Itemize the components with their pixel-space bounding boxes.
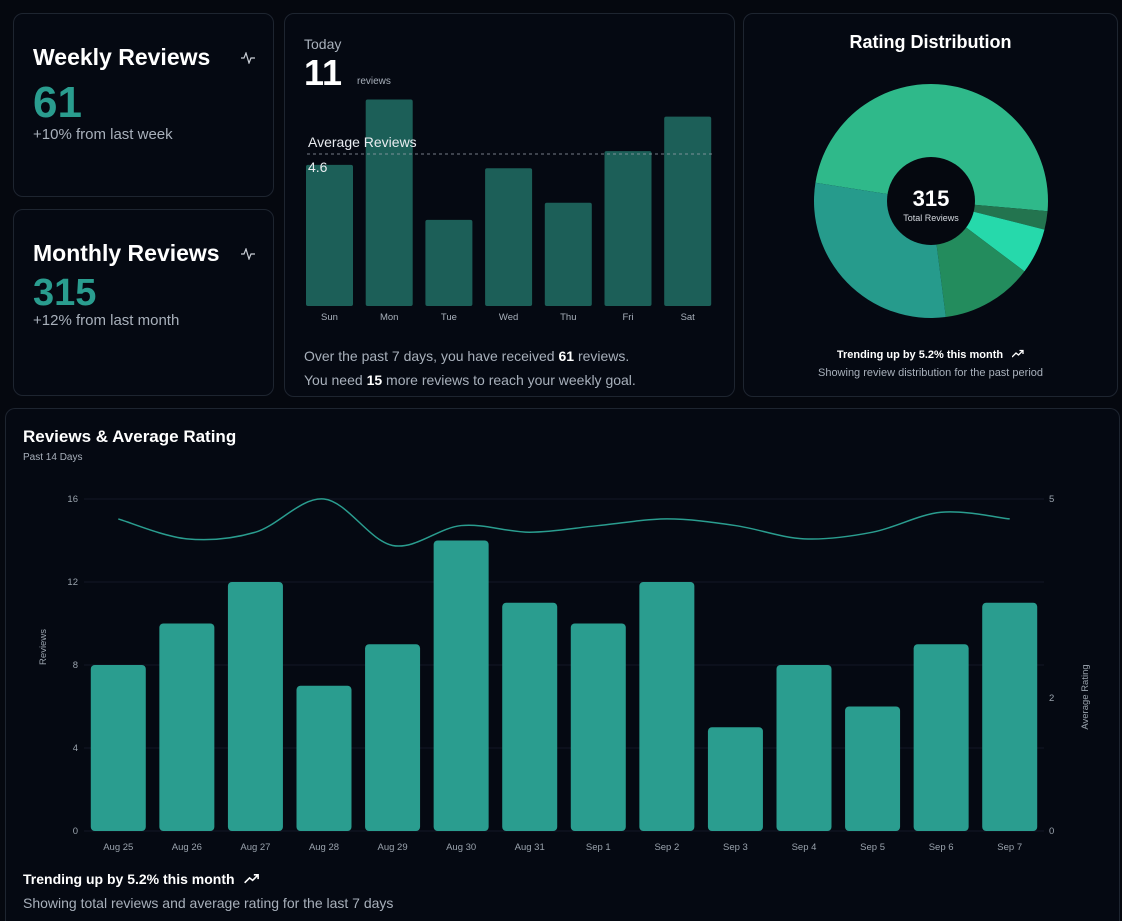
review-bar xyxy=(570,623,626,831)
right-axis-tick: 0 xyxy=(1049,826,1054,837)
monthly-reviews-title: Monthly Reviews xyxy=(33,240,220,266)
activity-icon xyxy=(241,52,255,64)
today-bar xyxy=(425,219,473,306)
review-bar xyxy=(502,602,558,831)
x-axis-tick: Aug 29 xyxy=(378,842,408,853)
x-axis-tick: Sep 7 xyxy=(997,842,1022,853)
review-bar xyxy=(913,644,969,831)
trending-up-icon xyxy=(1011,349,1024,358)
pie-total-value: 315 xyxy=(912,186,950,211)
x-axis-tick: Sep 6 xyxy=(929,842,954,853)
x-axis-tick: Aug 27 xyxy=(240,842,270,853)
today-day-label: Thu xyxy=(560,312,576,323)
today-average-label: Average Reviews xyxy=(308,134,417,150)
today-bar xyxy=(604,151,652,306)
review-bar xyxy=(776,665,832,831)
today-bar xyxy=(664,116,712,307)
left-axis-tick: 0 xyxy=(73,826,78,837)
right-axis-label: Average Rating xyxy=(1080,664,1091,729)
review-bar xyxy=(982,602,1038,831)
today-bar-chart: Sun Mon Tue Wed Thu Fri Sat xyxy=(306,99,715,323)
today-day-label: Fri xyxy=(622,312,633,323)
weekly-reviews-card: Weekly Reviews 61 +10% from last week xyxy=(13,13,274,197)
today-bar xyxy=(544,202,592,306)
review-bar xyxy=(90,665,146,831)
today-day-label: Sun xyxy=(321,312,338,323)
left-axis-tick: 16 xyxy=(67,494,78,505)
trending-up-icon xyxy=(244,874,260,884)
x-axis-tick: Aug 26 xyxy=(172,842,202,853)
today-bar xyxy=(306,164,353,306)
monthly-reviews-value: 315 xyxy=(33,272,97,314)
today-bar xyxy=(485,168,533,306)
activity-icon xyxy=(241,248,255,260)
rating-distribution-card: Rating Distribution 315 Total Reviews Tr… xyxy=(743,13,1118,397)
main-chart-caption: Showing total reviews and average rating… xyxy=(23,895,394,911)
weekly-reviews-title: Weekly Reviews xyxy=(33,44,211,70)
today-day-label: Mon xyxy=(380,312,398,323)
review-bar xyxy=(227,582,283,831)
pie-total-label: Total Reviews xyxy=(903,213,959,223)
weekly-reviews-value: 61 xyxy=(33,78,82,127)
today-average-value: 4.6 xyxy=(308,159,328,175)
rating-pie-chart xyxy=(814,83,1048,318)
today-bar xyxy=(365,99,413,306)
today-day-label: Tue xyxy=(441,312,457,323)
right-axis-tick: 5 xyxy=(1049,494,1054,505)
right-axis-tick: 2 xyxy=(1049,693,1054,704)
review-bar xyxy=(433,540,489,831)
reviews-combo-chart: 0 4 8 12 16 0 2 5 Reviews Average Rating Aug 25 Aug… xyxy=(38,494,1091,853)
distribution-trend: Trending up by 5.2% this month xyxy=(744,349,1117,361)
x-axis-tick: Sep 5 xyxy=(860,842,885,853)
today-day-label: Sat xyxy=(681,312,696,323)
review-bar xyxy=(845,706,901,831)
left-axis-tick: 4 xyxy=(73,743,78,754)
x-axis-tick: Sep 4 xyxy=(792,842,817,853)
monthly-reviews-change: +12% from last month xyxy=(33,312,180,329)
x-axis-tick: Aug 25 xyxy=(103,842,133,853)
x-axis-tick: Sep 1 xyxy=(586,842,611,853)
x-axis-tick: Aug 28 xyxy=(309,842,339,853)
left-axis-label: Reviews xyxy=(38,629,49,665)
x-axis-tick: Aug 30 xyxy=(446,842,476,853)
review-bar xyxy=(707,727,763,831)
today-summary-line2: You need 15 more reviews to reach your w… xyxy=(304,372,636,388)
monthly-reviews-card: Monthly Reviews 315 +12% from last month xyxy=(13,209,274,396)
review-bar xyxy=(639,582,695,831)
distribution-caption: Showing review distribution for the past… xyxy=(817,367,1043,379)
reviews-rating-card: Reviews & Average Rating Past 14 Days 04… xyxy=(5,408,1120,921)
review-bar xyxy=(296,685,352,831)
today-summary-line1: Over the past 7 days, you have received … xyxy=(304,348,630,364)
x-axis-tick: Sep 2 xyxy=(654,842,679,853)
weekly-reviews-change: +10% from last week xyxy=(33,126,173,143)
left-axis-tick: 8 xyxy=(73,660,78,671)
main-chart-trend: Trending up by 5.2% this month xyxy=(23,871,260,887)
today-card: Today 11 reviews Sun Mon Tue Wed Thu Fri Sat A… xyxy=(284,13,735,397)
x-axis-tick: Sep 3 xyxy=(723,842,748,853)
x-axis-tick: Aug 31 xyxy=(515,842,545,853)
today-day-label: Wed xyxy=(499,312,518,323)
review-bar xyxy=(365,644,421,831)
average-rating-line xyxy=(118,498,1010,547)
left-axis-tick: 12 xyxy=(67,577,78,588)
review-bar xyxy=(159,623,215,831)
